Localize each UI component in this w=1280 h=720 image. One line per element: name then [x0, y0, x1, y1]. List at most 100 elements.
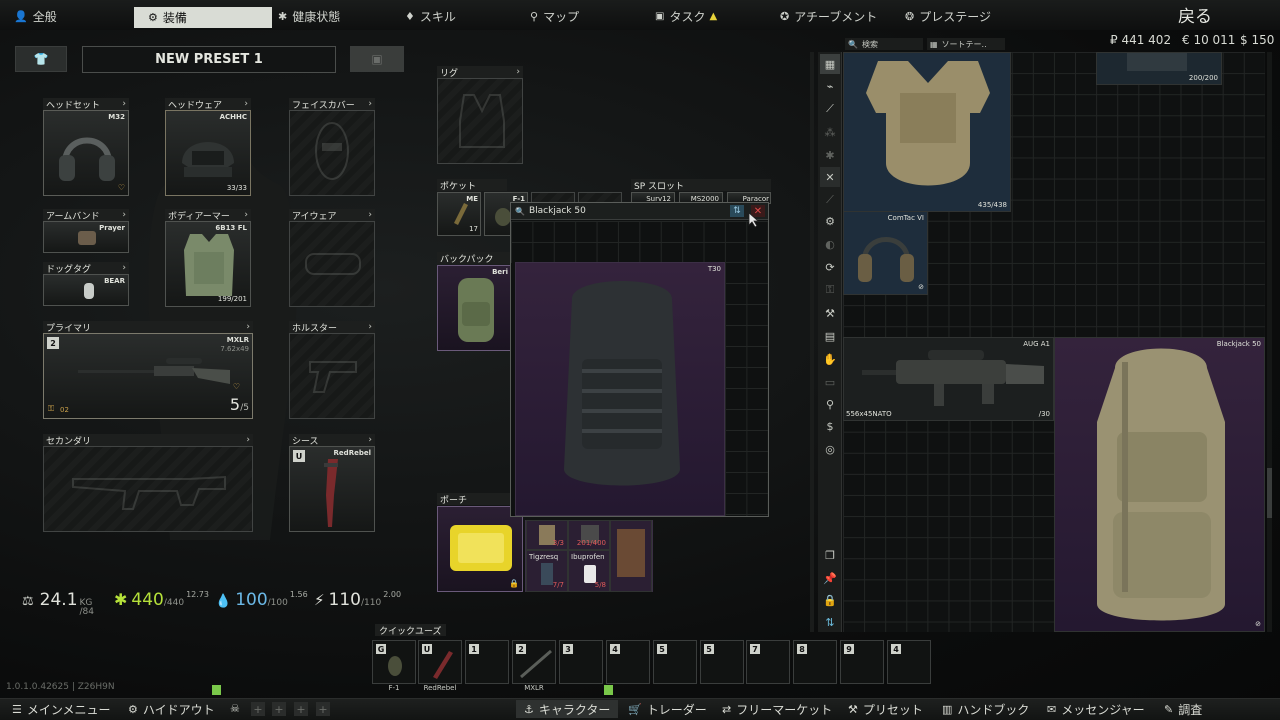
cart-icon: 🛒	[628, 702, 642, 716]
rig-slot[interactable]	[437, 78, 523, 164]
traders-button[interactable]: 🛒 トレーダー	[628, 700, 707, 718]
quick-slot-6[interactable]: 5	[700, 640, 744, 684]
stash-item-headset[interactable]: ComTac VI ⊘	[843, 211, 928, 295]
headset-item-icon	[59, 137, 115, 181]
knife-item-icon	[433, 651, 453, 679]
character-button[interactable]: ⚓ キャラクター	[516, 700, 619, 718]
tab-achievements[interactable]: ✪ アチーブメント	[780, 8, 877, 25]
presets-button[interactable]: ⚒ プリセット	[848, 700, 923, 718]
stash-sort[interactable]: ▦ ソートテー..	[927, 38, 1005, 50]
tab-skills[interactable]: ♦ スキル	[405, 8, 456, 25]
add-friend-button[interactable]: +	[272, 702, 286, 716]
survey-button[interactable]: ✎ 調査	[1164, 700, 1202, 718]
pouch-item-5[interactable]: Ibuprofen 5/8	[568, 550, 610, 592]
repair-filter-icon[interactable]: ⟳	[822, 259, 838, 275]
preset-name-field[interactable]: NEW PRESET 1	[82, 46, 336, 73]
quick-slot-7[interactable]: 7	[746, 640, 790, 684]
quick-slot-g[interactable]: G	[372, 640, 416, 684]
handbook-button[interactable]: ▥ ハンドブック	[942, 700, 1029, 718]
pouch-item-3[interactable]	[610, 520, 652, 592]
pouch-item-4[interactable]: Tigzresq 7/7	[526, 550, 568, 592]
pin-icon[interactable]: 📌	[822, 570, 838, 586]
stash-item-backpack[interactable]: Blackjack 50 ⊘	[1054, 337, 1265, 632]
tab-health[interactable]: ✱ 健康状態	[278, 8, 340, 25]
sheath-slot[interactable]: U RedRebel	[289, 446, 375, 532]
stash-scrollbar-thumb[interactable]	[1267, 468, 1272, 518]
messenger-button[interactable]: ✉ メッセンジャー	[1047, 700, 1145, 718]
quick-slot-2[interactable]: 2	[512, 640, 556, 684]
health-icon: ✱	[278, 10, 288, 23]
special-filter-icon[interactable]: ⚲	[822, 396, 838, 412]
keys-filter-icon[interactable]: ⚿	[822, 282, 838, 298]
add-friend-button[interactable]: +	[294, 702, 308, 716]
sort-container-button[interactable]: ⇅	[730, 205, 744, 217]
copy-icon[interactable]: ❐	[822, 547, 838, 563]
medical-filter-icon[interactable]: ✱	[822, 147, 838, 163]
headset-slot[interactable]: M32 ♡	[43, 110, 129, 196]
quick-slot-3[interactable]: 3	[559, 640, 603, 684]
primary-slot-label: プライマリ ›	[43, 321, 253, 334]
facecover-slot[interactable]	[289, 110, 375, 196]
quick-slot-u[interactable]: U	[418, 640, 462, 684]
container-filter-icon[interactable]: ▤	[822, 328, 838, 344]
stash-item-top[interactable]: 200/200	[1096, 52, 1222, 85]
pouch-item-2[interactable]: 201/400	[568, 520, 610, 550]
quick-slot-label: RedRebel	[423, 684, 457, 692]
stash-search[interactable]: 🔍 検索	[845, 38, 923, 50]
holster-slot[interactable]	[289, 333, 375, 419]
gear-filter-icon[interactable]: ⚙	[822, 213, 838, 229]
eyewear-slot[interactable]	[289, 221, 375, 307]
food-filter-icon[interactable]: ◐	[822, 236, 838, 252]
backpack-container-window: 🔍 Blackjack 50 ⇅ ✕ T30	[510, 202, 769, 517]
ammo-filter-icon[interactable]: ⁂	[822, 124, 838, 140]
book-filter-icon[interactable]: ▭	[822, 374, 838, 390]
primary-weapon-slot[interactable]: 2 MXLR 7.62x49 ⚿ 02 5 /5 ♡	[43, 333, 253, 419]
body-armor-slot[interactable]: 6B13 FL 199/201	[165, 221, 251, 307]
quick-slot-1[interactable]: 1	[465, 640, 509, 684]
mods-filter-icon[interactable]: ⚒	[822, 305, 838, 321]
lock-icon[interactable]: 🔒	[822, 592, 838, 608]
headwear-slot[interactable]: ACHHC 33/33	[165, 110, 251, 196]
weapon-filter-icon[interactable]: ⌁	[822, 78, 838, 94]
add-friend-button[interactable]: +	[251, 702, 265, 716]
grid-all-icon: ▦	[824, 57, 836, 71]
glove-filter-icon[interactable]: ✋	[822, 351, 838, 367]
stash-scrollbar-track[interactable]	[1267, 52, 1272, 632]
dogtag-slot[interactable]: BEAR	[43, 274, 129, 306]
quick-slot-9[interactable]: 9	[840, 640, 884, 684]
tab-general[interactable]: 👤 全般	[14, 8, 57, 25]
armband-slot[interactable]: Prayer	[43, 221, 129, 253]
pistol-placeholder-icon	[309, 361, 357, 393]
skull-icon[interactable]: ☠	[230, 702, 244, 716]
quick-use-label: クイックユーズ	[375, 624, 446, 637]
backpack-preview-item[interactable]: T30	[515, 262, 725, 516]
preset-list-button[interactable]: 👕	[15, 46, 67, 72]
tab-prestige[interactable]: ❂ プレステージ	[905, 8, 991, 25]
backpack-slot[interactable]: Beri	[437, 265, 511, 351]
add-friend-button[interactable]: +	[316, 702, 330, 716]
hideout-button[interactable]: ⚙ ハイドアウト	[128, 700, 215, 718]
flea-market-button[interactable]: ⇄ フリーマーケット	[722, 700, 832, 718]
pouch-slot[interactable]: Be 🔒	[437, 506, 523, 592]
quick-slot-5[interactable]: 5	[653, 640, 697, 684]
pouch-item-1[interactable]: 3/3	[526, 520, 568, 550]
quick-slot-4[interactable]: 4	[606, 640, 650, 684]
tab-map[interactable]: ⚲ マップ	[530, 8, 579, 25]
knife-filter-icon[interactable]: ⟋	[822, 101, 838, 117]
sort-icon[interactable]: ⇅	[822, 614, 838, 630]
back-button[interactable]: 戻る	[1178, 2, 1212, 27]
save-preset-button[interactable]: ▣	[350, 46, 404, 72]
quick-slot-8[interactable]: 8	[793, 640, 837, 684]
pocket-slot-1[interactable]: ME 17	[437, 192, 481, 236]
stash-item-armor[interactable]: 435/438	[843, 52, 1011, 212]
main-menu-button[interactable]: ☰ メインメニュー	[12, 700, 111, 718]
secondary-weapon-slot[interactable]	[43, 446, 253, 532]
left-panel-scrollbar[interactable]	[810, 52, 814, 632]
stash-item-rifle[interactable]: AUG A1 556x45NATO /30	[843, 337, 1054, 421]
quick-slot-0[interactable]: 4	[887, 640, 931, 684]
tab-tasks[interactable]: ▣ タスク ▲	[655, 8, 717, 25]
tab-equipment[interactable]: ⚙ 装備	[134, 7, 272, 28]
money-filter-icon[interactable]: $	[822, 418, 838, 434]
info-filter-icon[interactable]: ◎	[822, 441, 838, 457]
barter-filter-icon[interactable]: ⟋	[822, 192, 838, 208]
